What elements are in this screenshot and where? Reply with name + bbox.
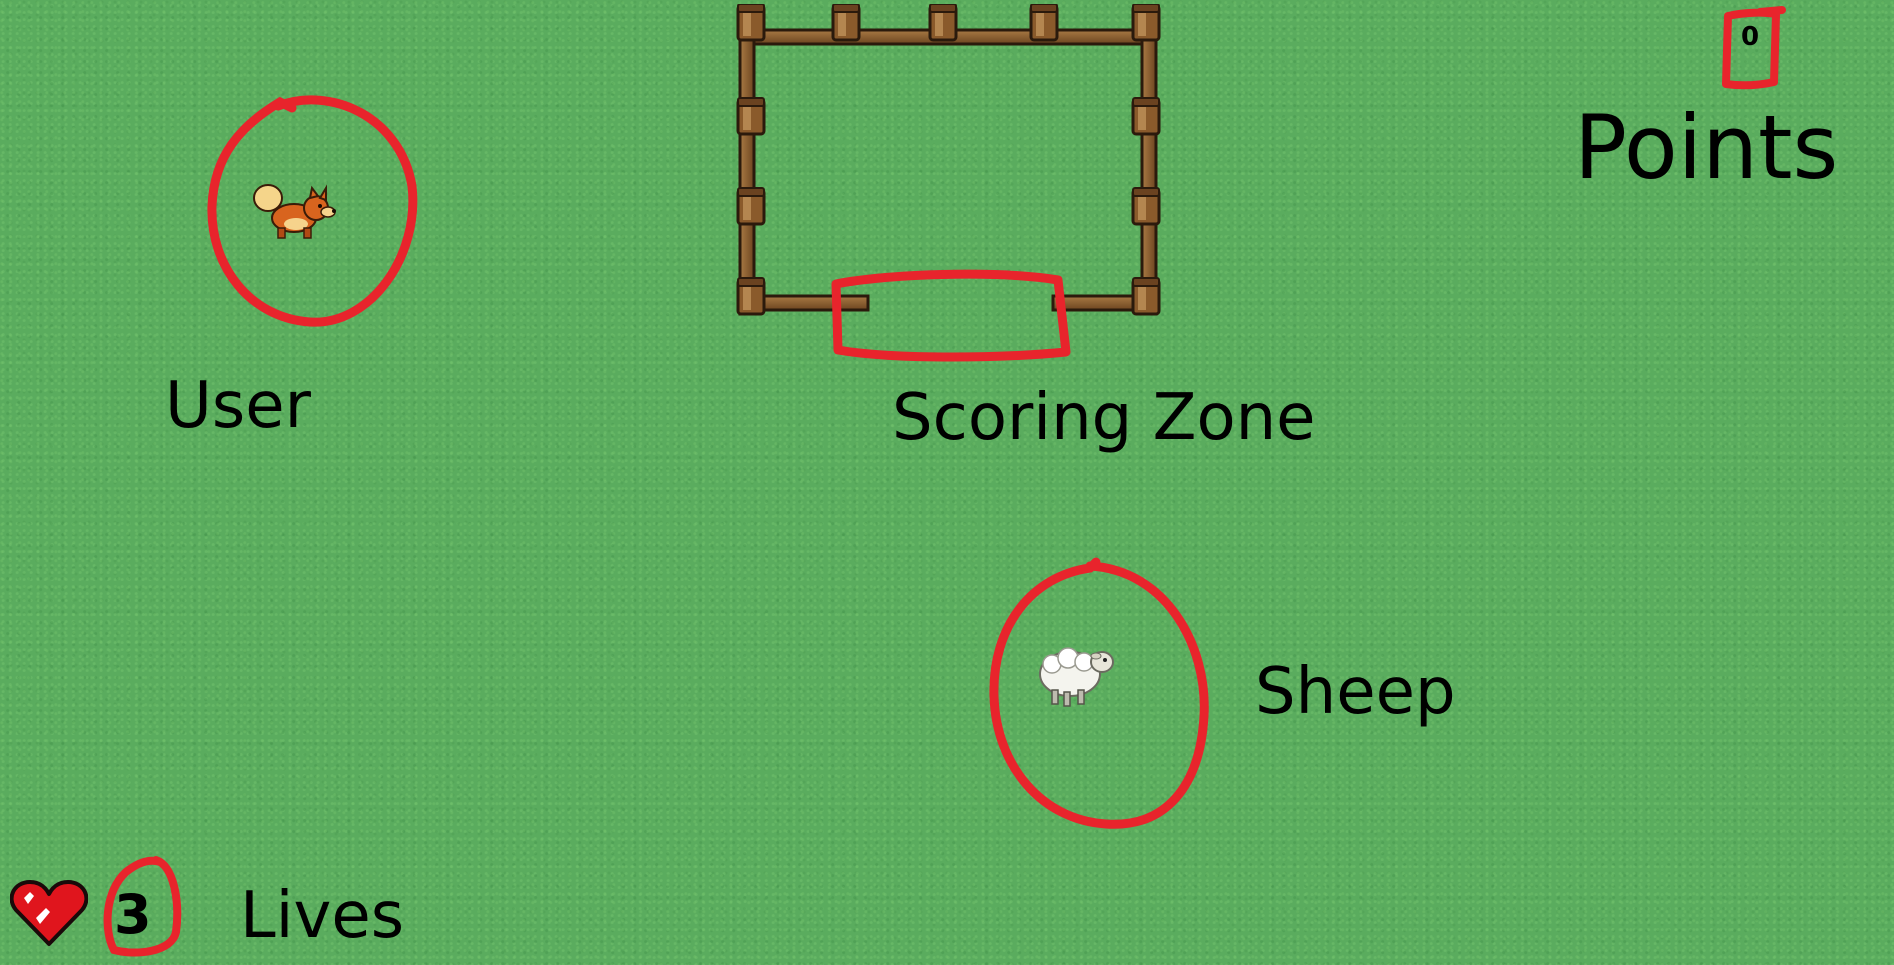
user-label: User [165, 369, 311, 443]
sheep-icon [1039, 647, 1114, 707]
points-label: Points [1574, 96, 1839, 199]
scoring-zone-label: Scoring Zone [892, 381, 1316, 455]
fence-rail-left [738, 22, 756, 316]
fence-pen [736, 4, 1161, 316]
fox-icon [253, 184, 336, 239]
fence-rail-right [1140, 22, 1158, 316]
lives-label: Lives [240, 879, 405, 953]
fence-rail-bottom-left [746, 294, 870, 312]
game-field[interactable]: Scoring Zone User Sheep 0 Points 3 Lives [0, 0, 1894, 965]
points-value: 0 [1741, 22, 1760, 52]
heart-icon [10, 880, 88, 946]
sheep-label: Sheep [1255, 655, 1456, 729]
lives-value: 3 [114, 883, 152, 946]
